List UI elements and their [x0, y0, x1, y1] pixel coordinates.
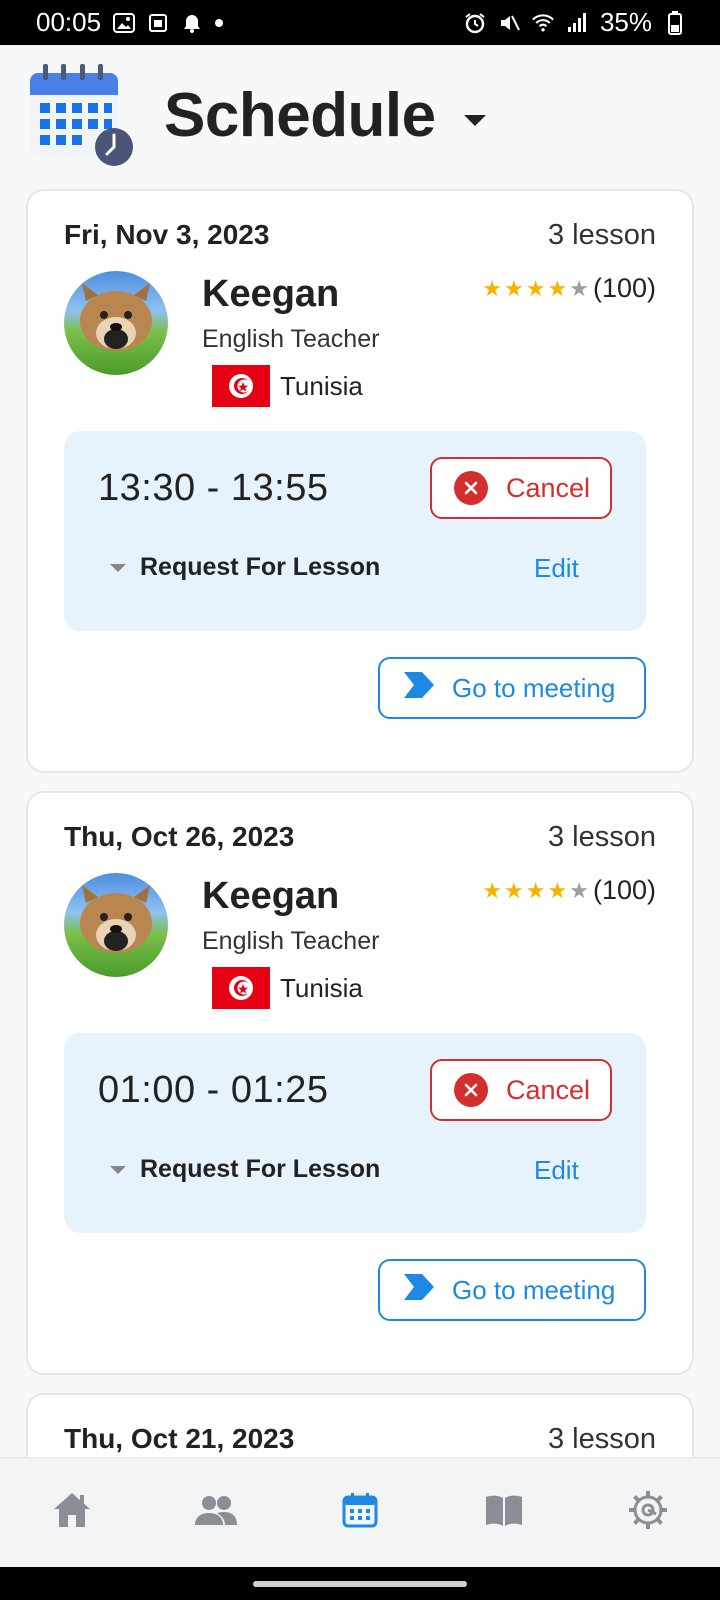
- meeting-arrow-icon: [404, 671, 434, 705]
- schedule-card: Thu, Oct 21, 2023 3 lesson: [26, 1393, 694, 1457]
- star-filled-icon: ★: [504, 275, 524, 301]
- cancel-button[interactable]: Cancel: [430, 457, 612, 519]
- nav-settings[interactable]: [608, 1473, 688, 1553]
- calendar-icon: [342, 1492, 378, 1533]
- meeting-label: Go to meeting: [452, 1274, 616, 1305]
- status-time: 00:05: [36, 7, 102, 37]
- nav-courses[interactable]: [464, 1473, 544, 1553]
- status-left: 00:05: [36, 7, 224, 38]
- more-notifications-dot: [215, 18, 224, 27]
- star-filled-icon: ★: [547, 877, 568, 903]
- cancel-button[interactable]: Cancel: [430, 1059, 612, 1121]
- signal-icon: [566, 12, 588, 34]
- bottom-navigation: [0, 1457, 720, 1567]
- close-circle-icon: [454, 1073, 488, 1107]
- tutor-country: Tunisia: [280, 973, 363, 1003]
- rating-count: (100): [592, 273, 656, 303]
- tutor-country: Tunisia: [280, 371, 363, 401]
- settings-icon: [628, 1490, 668, 1535]
- lesson-count: 3 lesson: [547, 1423, 656, 1455]
- star-empty-icon: ★: [569, 877, 589, 903]
- title-dropdown-caret-icon[interactable]: [463, 114, 486, 126]
- book-icon: [485, 1494, 523, 1531]
- schedule-calendar-clock-icon: [28, 61, 136, 169]
- card-date: Thu, Oct 26, 2023: [64, 821, 295, 852]
- star-empty-icon: ★: [569, 275, 589, 301]
- star-filled-icon: ★: [504, 877, 524, 903]
- chevron-down-icon: [110, 1165, 126, 1174]
- lesson-slot: 01:00 - 01:25 Cancel Request For Lesson …: [64, 1033, 646, 1233]
- request-label: Request For Lesson: [140, 553, 381, 581]
- lesson-time: 01:00 - 01:25: [98, 1069, 329, 1111]
- star-filled-icon: ★: [482, 877, 503, 903]
- request-for-lesson-toggle[interactable]: Request For Lesson: [110, 1155, 380, 1184]
- star-filled-icon: ★: [547, 275, 568, 301]
- tutor-rating: ★ ★ ★ ★ ★ (100): [482, 875, 656, 906]
- tutor-role: English Teacher: [202, 927, 380, 955]
- nav-schedule[interactable]: [320, 1473, 400, 1553]
- battery-icon: [664, 10, 686, 35]
- edit-request-link[interactable]: Edit: [534, 1155, 579, 1186]
- tutor-avatar[interactable]: [64, 271, 168, 375]
- tutor-avatar[interactable]: [64, 873, 168, 977]
- meeting-arrow-icon: [404, 1273, 434, 1307]
- tutor-name[interactable]: Keegan: [202, 273, 339, 316]
- star-filled-icon: ★: [525, 275, 546, 301]
- schedule-card: Thu, Oct 26, 2023 3 lesson Keegan Englis…: [26, 791, 694, 1375]
- status-bar: 00:05 35%: [0, 0, 720, 45]
- notification-bell-icon: [181, 12, 203, 34]
- nav-tutors[interactable]: [176, 1473, 256, 1553]
- chevron-down-icon: [110, 563, 126, 572]
- wifi-icon: [532, 12, 554, 34]
- card-date: Thu, Oct 21, 2023: [64, 1423, 295, 1454]
- lesson-count: 3 lesson: [547, 821, 656, 853]
- star-filled-icon: ★: [482, 275, 503, 301]
- schedule-list[interactable]: Fri, Nov 3, 2023 3 lesson Keegan English…: [0, 185, 720, 1457]
- star-filled-icon: ★: [525, 877, 546, 903]
- go-to-meeting-button[interactable]: Go to meeting: [378, 657, 646, 719]
- app-header: Schedule: [0, 45, 720, 185]
- schedule-card: Fri, Nov 3, 2023 3 lesson Keegan English…: [26, 189, 694, 773]
- edit-request-link[interactable]: Edit: [534, 553, 579, 584]
- system-gesture-bar: [0, 1567, 720, 1600]
- cancel-label: Cancel: [506, 472, 591, 503]
- go-to-meeting-button[interactable]: Go to meeting: [378, 1259, 646, 1321]
- home-gesture-handle[interactable]: [253, 1580, 467, 1587]
- lesson-time: 13:30 - 13:55: [98, 467, 329, 509]
- home-icon: [52, 1491, 92, 1534]
- tutor-role: English Teacher: [202, 325, 380, 353]
- tutor-rating: ★ ★ ★ ★ ★ (100): [482, 273, 656, 304]
- nav-home[interactable]: [32, 1473, 112, 1553]
- battery-percent: 35%: [599, 7, 652, 37]
- rating-count: (100): [592, 875, 656, 905]
- card-date: Fri, Nov 3, 2023: [64, 219, 270, 250]
- lesson-count: 3 lesson: [547, 219, 656, 251]
- page-title: Schedule: [164, 80, 436, 150]
- tunisia-flag-icon: [212, 365, 270, 407]
- meeting-label: Go to meeting: [452, 672, 616, 703]
- request-label: Request For Lesson: [140, 1155, 381, 1183]
- request-for-lesson-toggle[interactable]: Request For Lesson: [110, 553, 380, 582]
- alarm-icon: [464, 12, 486, 34]
- status-right: 35%: [464, 7, 686, 38]
- gallery-icon: [113, 12, 136, 34]
- cancel-label: Cancel: [506, 1074, 591, 1105]
- people-icon: [195, 1495, 237, 1530]
- tutor-name[interactable]: Keegan: [202, 875, 339, 918]
- sim-icon: [147, 12, 169, 34]
- close-circle-icon: [454, 471, 488, 505]
- lesson-slot: 13:30 - 13:55 Cancel Request For Lesson …: [64, 431, 646, 631]
- tunisia-flag-icon: [212, 967, 270, 1009]
- mute-icon: [498, 12, 520, 34]
